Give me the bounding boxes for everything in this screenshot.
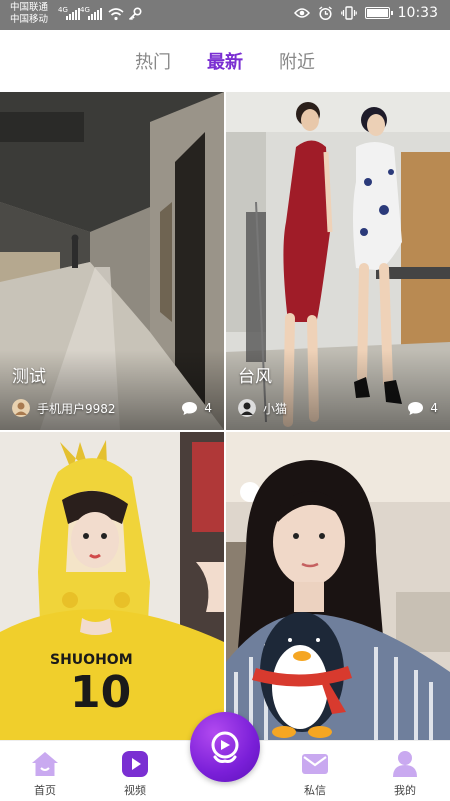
record-icon (211, 731, 239, 763)
username[interactable]: 小猫 (263, 400, 407, 417)
video-feed-grid: 测试 手机用户9982 4 台风 小猫 4 10 SHUOHOM (0, 92, 450, 740)
status-right: 10:33 (293, 5, 438, 21)
wifi-icon (108, 8, 124, 21)
nav-home[interactable]: 首页 (0, 741, 90, 801)
signal-icon-2 (88, 8, 102, 20)
nav-messages-label: 私信 (304, 784, 326, 797)
clock: 10:33 (397, 5, 438, 21)
video-thumbnail (226, 432, 450, 740)
video-card[interactable]: 测试 手机用户9982 4 (0, 92, 224, 430)
carrier-2: 中国移动 (10, 14, 49, 25)
carrier-1: 中国联通 (10, 2, 49, 13)
video-meta: 小猫 4 (238, 397, 438, 419)
nav-profile[interactable]: 我的 (360, 741, 450, 801)
comment-count-value: 4 (430, 401, 438, 415)
video-card[interactable]: 台风 小猫 4 (226, 92, 450, 430)
carrier-info: 中国联通 中国移动 (10, 2, 48, 26)
signal-icon (66, 8, 80, 20)
record-button[interactable] (190, 712, 260, 782)
svg-text:SHUOHOM: SHUOHOM (50, 652, 133, 668)
video-thumbnail: 10 SHUOHOM (0, 432, 224, 740)
video-card[interactable] (226, 432, 450, 740)
comment-count-value: 4 (204, 401, 212, 415)
nav-video[interactable]: 视频 (90, 741, 180, 801)
username[interactable]: 手机用户9982 (37, 400, 181, 417)
nav-home-label: 首页 (34, 784, 56, 797)
comment-icon (182, 401, 198, 415)
svg-text:10: 10 (70, 667, 131, 718)
status-bar: 中国联通 中国移动 4G 4G 10:33 (0, 0, 450, 30)
user-avatar[interactable] (12, 399, 30, 417)
mail-icon (300, 749, 330, 779)
video-meta: 手机用户9982 4 (12, 397, 212, 419)
play-icon (120, 749, 150, 779)
nav-video-label: 视频 (124, 784, 146, 797)
tab-nearby[interactable]: 附近 (279, 48, 315, 74)
profile-icon (390, 749, 420, 779)
nav-profile-label: 我的 (394, 784, 416, 797)
feed-tabs: 热门 最新 附近 (0, 30, 450, 92)
tab-hot[interactable]: 热门 (135, 48, 171, 74)
home-icon (30, 749, 60, 779)
comment-count: 4 (181, 401, 212, 416)
comment-count: 4 (407, 401, 438, 416)
tab-latest[interactable]: 最新 (207, 48, 243, 74)
battery-icon (364, 7, 393, 19)
vibrate-icon (340, 6, 357, 20)
alarm-icon (318, 5, 332, 20)
comment-icon (408, 401, 424, 415)
key-icon (128, 7, 142, 21)
video-title: 台风 (238, 367, 272, 387)
nav-messages[interactable]: 私信 (270, 741, 360, 801)
eye-icon (293, 8, 310, 18)
video-title: 测试 (12, 367, 46, 387)
user-avatar[interactable] (238, 399, 256, 417)
video-card[interactable]: 10 SHUOHOM (0, 432, 224, 740)
